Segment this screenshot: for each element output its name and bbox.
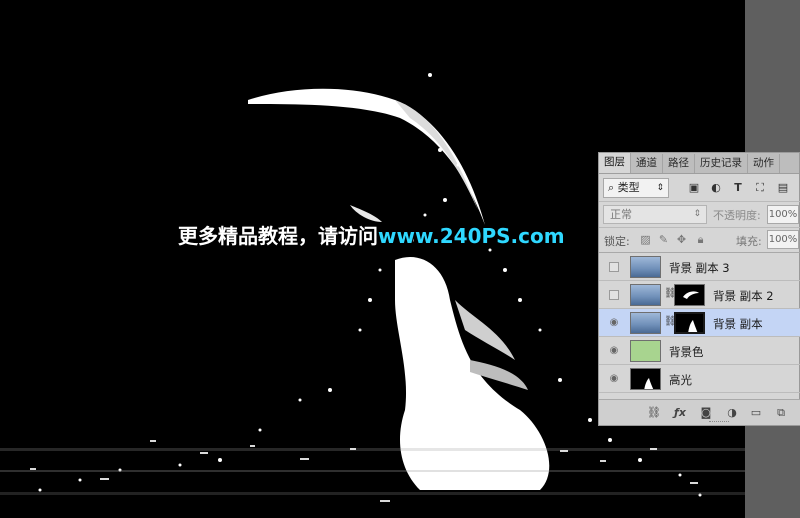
image-filter-icon[interactable]: ▣ — [687, 181, 701, 195]
lock-paint-icon[interactable]: ✎ — [657, 233, 670, 246]
layer-name: 背景 副本 — [713, 317, 763, 331]
layer-row[interactable]: ◉ ⛓ 背景 副本 — [599, 309, 800, 337]
blend-mode-value: 正常 — [610, 208, 632, 221]
link-layers-icon[interactable]: ⛓ — [647, 406, 661, 420]
layer-thumbnail — [630, 340, 661, 362]
layer-row[interactable]: 背景 副本 3 — [599, 253, 800, 281]
tab-history[interactable]: 历史记录 — [695, 154, 748, 173]
visibility-toggle[interactable] — [609, 262, 619, 272]
layer-name: 背景 副本 2 — [713, 289, 774, 303]
new-group-icon[interactable]: ▭ — [749, 406, 763, 420]
tab-layers[interactable]: 图层 — [599, 153, 631, 173]
eye-icon[interactable]: ◉ — [608, 373, 620, 385]
type-filter-icon[interactable]: T — [731, 181, 745, 195]
adjustment-filter-icon[interactable]: ◐ — [709, 181, 723, 195]
layer-list: 背景 副本 3 ⛓ 背景 副本 2 ◉ ⛓ 背景 副本 ◉ 背景色 ◉ 高光 — [599, 252, 800, 400]
fx-icon[interactable]: ƒx — [673, 406, 687, 420]
new-layer-icon[interactable]: ⧉ — [774, 406, 788, 420]
tab-channels[interactable]: 通道 — [631, 154, 663, 173]
watermark-text: 更多精品教程，请访问www.240PS.com — [178, 220, 565, 250]
filter-value: 类型 — [617, 181, 640, 194]
watermark-url: www.240PS.com — [378, 224, 565, 248]
watermark-cn: 更多精品教程，请访问 — [178, 224, 378, 248]
opacity-label: 不透明度: — [713, 209, 761, 222]
fill-label: 填充: — [736, 235, 762, 248]
mask-shape — [683, 291, 699, 299]
fill-input[interactable]: 100% — [767, 230, 799, 249]
layer-name: 背景 副本 3 — [669, 261, 730, 275]
eye-icon[interactable]: ◉ — [608, 345, 620, 357]
lock-all-icon[interactable]: 🔒︎ — [694, 233, 707, 246]
layer-thumbnail — [630, 256, 661, 278]
mask-shape — [688, 320, 698, 332]
chevron-updown-icon: ⇕ — [656, 183, 664, 193]
layer-row[interactable]: ◉ 背景色 — [599, 337, 800, 365]
panel-tabs: 图层 通道 路径 历史记录 动作 — [599, 153, 799, 174]
filter-row: ⌕ 类型 ⇕ ▣ ◐ T ⛶ ▤ — [599, 175, 800, 201]
add-mask-icon[interactable]: ◙ — [699, 406, 713, 420]
layer-thumbnail — [630, 368, 661, 390]
lock-position-icon[interactable]: ✥ — [675, 233, 688, 246]
visibility-toggle[interactable] — [609, 290, 619, 300]
lock-transparent-icon[interactable]: ▨ — [639, 233, 652, 246]
resize-grip[interactable] — [709, 421, 729, 424]
lock-label: 锁定: — [604, 235, 630, 248]
thumb-shape — [644, 378, 654, 389]
adjustment-layer-icon[interactable]: ◑ — [725, 406, 739, 420]
opacity-input[interactable]: 100% — [767, 205, 799, 224]
tab-actions[interactable]: 动作 — [748, 154, 780, 173]
layer-filter-select[interactable]: ⌕ 类型 ⇕ — [603, 178, 669, 198]
blend-row: 正常 ⇕ 不透明度: 100% — [599, 201, 800, 227]
chevron-updown-icon: ⇕ — [693, 209, 701, 219]
smart-object-filter-icon[interactable]: ▤ — [776, 181, 790, 195]
tab-paths[interactable]: 路径 — [663, 154, 695, 173]
lock-row: 锁定: ▨ ✎ ✥ 🔒︎ 填充: 100% — [599, 227, 800, 251]
blend-mode-select[interactable]: 正常 ⇕ — [603, 205, 707, 224]
layers-panel: 图层 通道 路径 历史记录 动作 ⌕ 类型 ⇕ ▣ ◐ T ⛶ ▤ 正常 ⇕ 不… — [598, 152, 800, 426]
layer-row[interactable]: ⛓ 背景 副本 2 — [599, 281, 800, 309]
layer-mask-thumbnail[interactable] — [674, 284, 705, 306]
layer-thumbnail — [630, 312, 661, 334]
layer-mask-thumbnail[interactable] — [674, 312, 705, 334]
panel-bottom-bar: ⛓ ƒx ◙ ◑ ▭ ⧉ — [599, 399, 800, 425]
layer-name: 背景色 — [669, 345, 704, 359]
layer-row[interactable]: ◉ 高光 — [599, 365, 800, 393]
eye-icon[interactable]: ◉ — [608, 317, 620, 329]
layer-name: 高光 — [669, 373, 692, 387]
shape-filter-icon[interactable]: ⛶ — [753, 181, 767, 195]
search-icon: ⌕ — [608, 181, 615, 194]
layer-thumbnail — [630, 284, 661, 306]
